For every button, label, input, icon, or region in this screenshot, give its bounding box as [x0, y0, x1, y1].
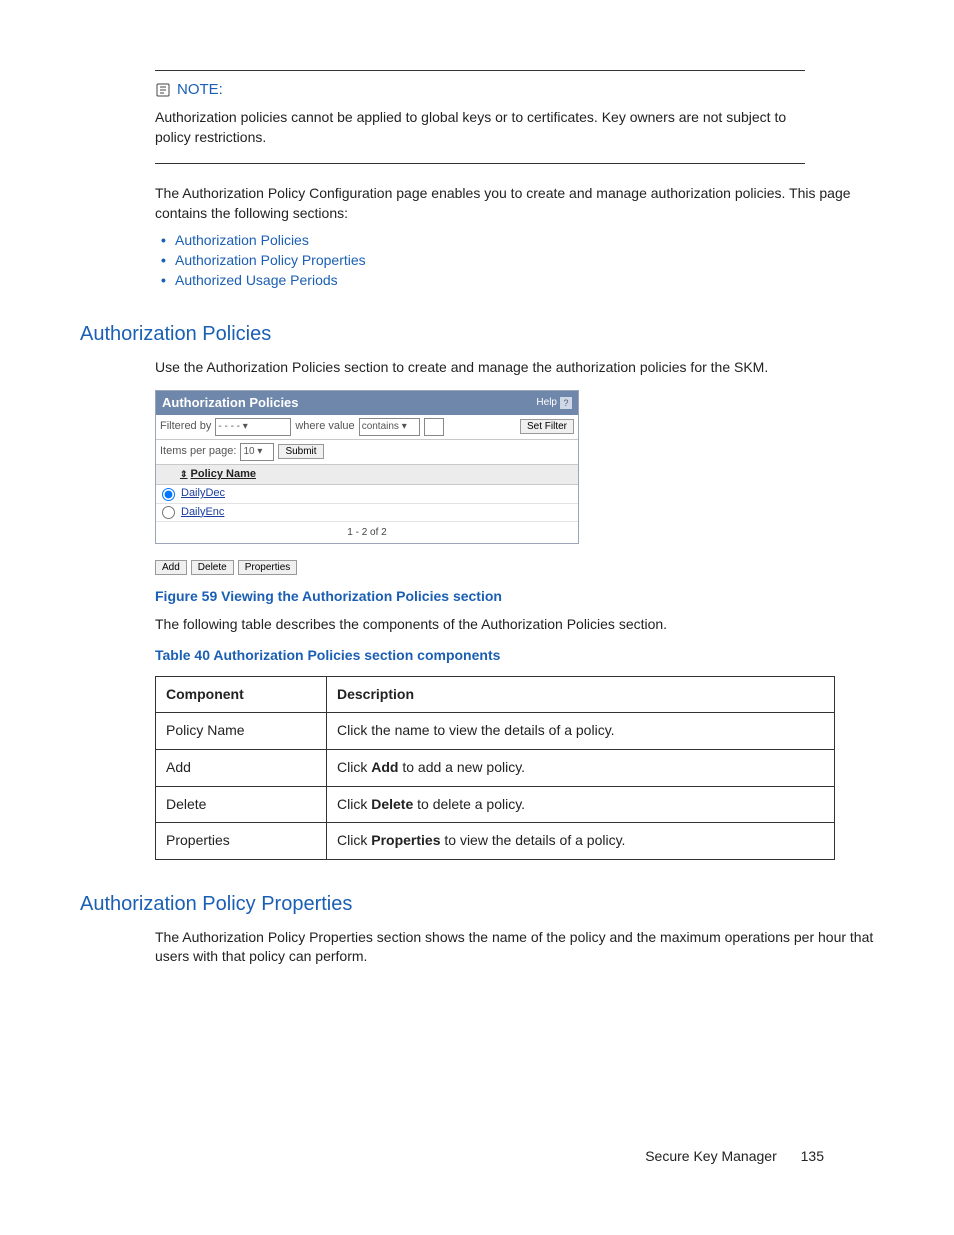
after-figure-text: The following table describes the compon…: [155, 615, 874, 635]
panel-title: Authorization Policies: [162, 394, 299, 412]
desc-pre: Click: [337, 796, 371, 812]
range-label: 1 - 2 of 2: [156, 522, 578, 543]
book-title: Secure Key Manager: [645, 1148, 777, 1164]
td-description: Click Delete to delete a policy.: [327, 786, 835, 823]
table-row: DailyEnc: [156, 504, 578, 522]
filter-row: Filtered by - - - - ▾ where value contai…: [156, 415, 578, 440]
table-header-row: Component Description: [156, 676, 835, 713]
table-row: Add Click Add to add a new policy.: [156, 750, 835, 787]
desc-pre: Click: [337, 759, 371, 775]
desc-bold: Properties: [371, 832, 440, 848]
policy-link[interactable]: DailyDec: [181, 486, 225, 501]
link-authorized-usage-periods[interactable]: Authorized Usage Periods: [175, 272, 338, 288]
section1-body: Use the Authorization Policies section t…: [155, 358, 874, 378]
td-description: Click the name to view the details of a …: [327, 713, 835, 750]
note-label: NOTE:: [177, 79, 223, 100]
where-value-label: where value: [295, 419, 354, 434]
desc-bold: Add: [371, 759, 398, 775]
help-link[interactable]: Help ?: [536, 396, 572, 410]
properties-button[interactable]: Properties: [238, 560, 298, 575]
delete-button[interactable]: Delete: [191, 560, 234, 575]
desc-post: to view the details of a policy.: [440, 832, 625, 848]
figure-caption: Figure 59 Viewing the Authorization Poli…: [155, 587, 874, 607]
add-button[interactable]: Add: [155, 560, 187, 575]
page-footer: Secure Key Manager 135: [80, 1147, 874, 1167]
help-icon: ?: [560, 397, 572, 409]
th-description: Description: [327, 676, 835, 713]
table-caption: Table 40 Authorization Policies section …: [155, 646, 874, 666]
components-table: Component Description Policy Name Click …: [155, 676, 835, 860]
items-per-page-label: Items per page:: [160, 444, 236, 459]
panel-title-bar: Authorization Policies Help ?: [156, 391, 578, 415]
policy-name-header[interactable]: Policy Name: [191, 467, 256, 482]
intro-text: The Authorization Policy Configuration p…: [155, 184, 874, 223]
td-description: Click Add to add a new policy.: [327, 750, 835, 787]
set-filter-button[interactable]: Set Filter: [520, 419, 574, 434]
table-row: DailyDec: [156, 485, 578, 503]
td-description: Click Properties to view the details of …: [327, 823, 835, 860]
note-heading: NOTE:: [155, 79, 805, 100]
section-heading-auth-policy-properties: Authorization Policy Properties: [80, 890, 874, 918]
link-auth-policy-properties[interactable]: Authorization Policy Properties: [175, 252, 366, 268]
th-component: Component: [156, 676, 327, 713]
desc-post: to add a new policy.: [398, 759, 525, 775]
auth-policies-ui-container: Authorization Policies Help ? Filtered b…: [155, 390, 874, 575]
items-per-page-row: Items per page: 10 ▾ Submit: [156, 440, 578, 464]
desc-post: to delete a policy.: [413, 796, 525, 812]
page-number: 135: [801, 1147, 824, 1167]
section2-body: The Authorization Policy Properties sect…: [155, 928, 874, 967]
operator-select[interactable]: contains ▾: [359, 418, 420, 436]
operator-value: contains: [362, 420, 399, 434]
auth-policies-panel: Authorization Policies Help ? Filtered b…: [155, 390, 579, 544]
value-input[interactable]: [424, 418, 444, 436]
table-row: Properties Click Properties to view the …: [156, 823, 835, 860]
list-item: Authorization Policy Properties: [175, 251, 874, 271]
help-label: Help: [536, 396, 557, 410]
desc-pre: Click: [337, 832, 371, 848]
table-row: Policy Name Click the name to view the d…: [156, 713, 835, 750]
td-component: Properties: [156, 823, 327, 860]
sort-icon[interactable]: ⇕: [180, 468, 188, 481]
note-body: Authorization policies cannot be applied…: [155, 108, 805, 147]
section-heading-auth-policies: Authorization Policies: [80, 320, 874, 348]
filtered-by-label: Filtered by: [160, 419, 211, 434]
td-component: Add: [156, 750, 327, 787]
table-row: Delete Click Delete to delete a policy.: [156, 786, 835, 823]
row-radio[interactable]: [162, 506, 175, 519]
td-component: Policy Name: [156, 713, 327, 750]
section-links-list: Authorization Policies Authorization Pol…: [155, 231, 874, 290]
note-block: NOTE: Authorization policies cannot be a…: [155, 70, 805, 164]
desc-pre: Click the name to view the details of a …: [337, 722, 615, 738]
action-row: Add Delete Properties: [155, 556, 874, 575]
submit-button[interactable]: Submit: [278, 444, 323, 459]
note-icon: [155, 82, 171, 98]
desc-bold: Delete: [371, 796, 413, 812]
row-radio[interactable]: [162, 488, 175, 501]
items-per-page-value: 10: [243, 445, 254, 459]
list-item: Authorization Policies: [175, 231, 874, 251]
filtered-by-select[interactable]: - - - - ▾: [215, 418, 291, 436]
filtered-by-value: - - - -: [218, 420, 240, 434]
column-header-row: ⇕ Policy Name: [156, 464, 578, 485]
list-item: Authorized Usage Periods: [175, 271, 874, 291]
link-auth-policies[interactable]: Authorization Policies: [175, 232, 309, 248]
td-component: Delete: [156, 786, 327, 823]
policy-link[interactable]: DailyEnc: [181, 505, 224, 520]
items-per-page-select[interactable]: 10 ▾: [240, 443, 274, 461]
